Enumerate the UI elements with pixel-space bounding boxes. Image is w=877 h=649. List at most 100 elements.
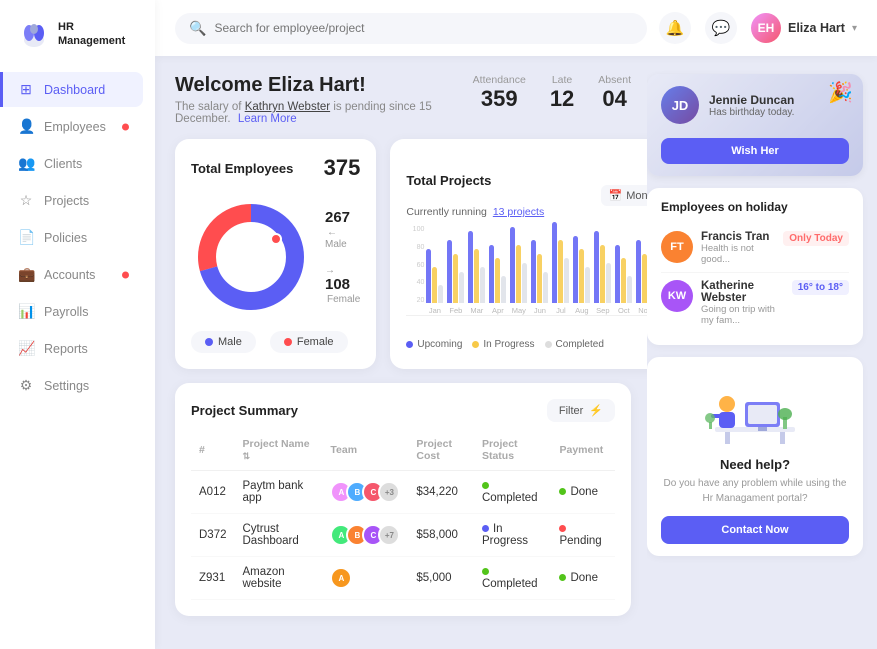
wish-button[interactable]: Wish Her: [661, 138, 849, 164]
table-row: Z931 Amazon website A $5,000 Completed D…: [191, 557, 615, 600]
late-stat: Late 12: [550, 74, 574, 112]
col-id: #: [191, 434, 235, 471]
row-cost: $58,000: [408, 514, 474, 557]
sidebar-item-accounts[interactable]: 💼 Accounts: [0, 257, 143, 292]
name-link[interactable]: Kathryn Webster: [245, 101, 330, 113]
row-id: Z931: [191, 557, 235, 600]
contact-button[interactable]: Contact Now: [661, 516, 849, 544]
row-status: In Progress: [474, 514, 552, 557]
ps-title: Project Summary: [191, 403, 298, 418]
policies-icon: 📄: [18, 229, 34, 246]
donut-section: 267 ← Male → 108 Female: [191, 191, 360, 323]
sidebar-item-label: Projects: [44, 194, 89, 208]
sidebar-item-employees[interactable]: 👤 Employees: [0, 109, 143, 144]
sidebar-item-label: Payrolls: [44, 305, 88, 319]
legend-inprogress: In Progress: [472, 339, 534, 350]
legend-male-label: Male: [218, 336, 242, 348]
row-id: D372: [191, 514, 235, 557]
birthday-avatar: JD: [661, 86, 699, 124]
project-summary-card: Project Summary Filter ⚡ # Project Name …: [175, 383, 631, 616]
header: 🔍 🔔 💬 EH Eliza Hart ▾: [155, 0, 877, 56]
holiday-info: Katherine Webster Going on trip with my …: [701, 280, 784, 326]
chevron-down-icon: ▾: [852, 23, 857, 34]
employees-card-title: Total Employees: [191, 161, 293, 176]
help-card: Need help? Do you have any problem while…: [647, 357, 863, 556]
employees-card: Total Employees 375: [175, 139, 376, 369]
table-row: D372 Cytrust Dashboard ABC+7 $58,000 In …: [191, 514, 615, 557]
employees-notification-dot: [122, 123, 129, 130]
main-content: Welcome Eliza Hart! The salary of Kathry…: [155, 56, 647, 649]
user-info[interactable]: EH Eliza Hart ▾: [751, 13, 857, 43]
user-name: Eliza Hart: [788, 21, 845, 35]
holiday-item: KW Katherine Webster Going on trip with …: [661, 273, 849, 333]
logo-text: HRManagement: [58, 20, 125, 49]
payrolls-icon: 📊: [18, 303, 34, 320]
row-team: ABC+7: [322, 514, 408, 557]
attendance-label: Attendance: [473, 74, 526, 86]
table-header-row: # Project Name ⇅ Team Project Cost Proje…: [191, 434, 615, 471]
project-table: # Project Name ⇅ Team Project Cost Proje…: [191, 434, 615, 600]
female-label: Female: [327, 294, 360, 305]
female-count: 108: [325, 276, 350, 293]
row-status: Completed: [474, 557, 552, 600]
holiday-name: Francis Tran: [701, 231, 775, 243]
sidebar-item-payrolls[interactable]: 📊 Payrolls: [0, 294, 143, 329]
month-label: Month: [626, 190, 647, 202]
notification-bell-button[interactable]: 🔔: [659, 12, 691, 44]
completed-dot: [545, 341, 552, 348]
ps-header: Project Summary Filter ⚡: [191, 399, 615, 422]
projects-icon: ☆: [18, 192, 34, 209]
settings-icon: ⚙: [18, 377, 34, 394]
holiday-status: Health is not good...: [701, 243, 775, 265]
message-icon: 💬: [712, 19, 731, 37]
col-payment: Payment: [551, 434, 615, 471]
sidebar-item-reports[interactable]: 📈 Reports: [0, 331, 143, 366]
sidebar-item-policies[interactable]: 📄 Policies: [0, 220, 143, 255]
search-input[interactable]: [214, 21, 633, 35]
legend-female: Female: [270, 331, 348, 353]
row-name: Amazon website: [235, 557, 323, 600]
calendar-icon: 📅: [609, 189, 623, 202]
search-bar[interactable]: 🔍: [175, 13, 647, 44]
holiday-name: Katherine Webster: [701, 280, 784, 304]
sidebar-item-label: Settings: [44, 379, 89, 393]
birthday-subtitle: Has birthday today.: [709, 107, 849, 118]
col-status: Project Status: [474, 434, 552, 471]
legend-completed: Completed: [545, 339, 604, 350]
cards-row: Total Employees 375: [175, 139, 631, 369]
projects-header: Total Projects 90 📅 Month ▾: [406, 155, 647, 206]
holiday-list: FT Francis Tran Health is not good... On…: [661, 224, 849, 333]
sidebar-item-projects[interactable]: ☆ Projects: [0, 183, 143, 218]
sidebar-item-dashboard[interactable]: ⊞ Dashboard: [0, 72, 143, 107]
row-team: ABC+3: [322, 471, 408, 514]
table-row: A012 Paytm bank app ABC+3 $34,220 Comple…: [191, 471, 615, 514]
donut-labels: 267 ← Male → 108 Female: [325, 209, 360, 305]
month-selector[interactable]: 📅 Month ▾: [601, 185, 647, 206]
donut-chart: [191, 197, 311, 317]
bell-icon: 🔔: [666, 19, 685, 37]
help-title: Need help?: [661, 457, 849, 472]
filter-button[interactable]: Filter ⚡: [547, 399, 615, 422]
legend-row: Male Female: [191, 331, 360, 353]
project-table-body: A012 Paytm bank app ABC+3 $34,220 Comple…: [191, 471, 615, 600]
holiday-avatar: KW: [661, 280, 693, 312]
row-payment: Done: [551, 557, 615, 600]
sidebar-item-clients[interactable]: 👥 Clients: [0, 146, 143, 181]
col-cost: Project Cost: [408, 434, 474, 471]
female-dot: [284, 338, 292, 346]
col-team: Team: [322, 434, 408, 471]
sidebar-item-label: Accounts: [44, 268, 95, 282]
learn-more-link[interactable]: Learn More: [238, 113, 297, 125]
message-button[interactable]: 💬: [705, 12, 737, 44]
welcome-text1: The salary of: [175, 101, 241, 113]
row-team: A: [322, 557, 408, 600]
sidebar-item-settings[interactable]: ⚙ Settings: [0, 368, 143, 403]
employees-total: 375: [324, 155, 361, 181]
reports-icon: 📈: [18, 340, 34, 357]
row-id: A012: [191, 471, 235, 514]
chart-legend: Upcoming In Progress Completed: [406, 339, 647, 350]
row-status: Completed: [474, 471, 552, 514]
avatar: EH: [751, 13, 781, 43]
sidebar-item-label: Employees: [44, 120, 106, 134]
clients-icon: 👥: [18, 155, 34, 172]
